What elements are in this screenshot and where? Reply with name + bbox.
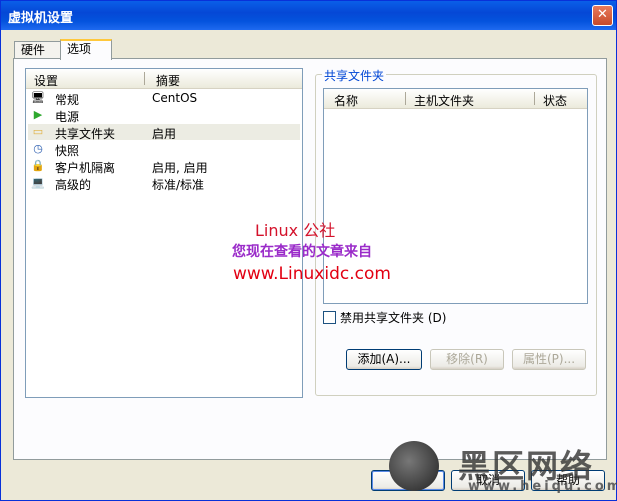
close-icon: ✕	[597, 7, 608, 22]
snapshot-icon: ◷	[33, 142, 43, 155]
computer-icon: 💻	[31, 176, 45, 189]
close-button[interactable]: ✕	[592, 5, 613, 26]
monitor-icon: 🖥	[31, 91, 45, 104]
list-item-summary: 标准/标准	[152, 178, 205, 192]
list-item-isolation[interactable]: 🔒 客户机隔离 启用, 启用	[28, 158, 300, 175]
add-button[interactable]: 添加(A)...	[346, 349, 422, 370]
list-item-name: 电源	[55, 110, 80, 124]
tab-hardware[interactable]: 硬件	[14, 41, 62, 58]
watermark-line-1: Linux 公社	[255, 221, 336, 240]
properties-button[interactable]: 属性(P)...	[512, 349, 586, 370]
lock-icon: 🔒	[31, 159, 45, 172]
disable-shared-folders-checkbox[interactable]	[323, 311, 336, 324]
shared-table-header: 名称 主机文件夹 状态	[324, 89, 587, 109]
column-header-setting[interactable]: 设置	[34, 72, 58, 89]
list-item-general[interactable]: 🖥 常规 CentOS	[28, 90, 300, 107]
column-header-name[interactable]: 名称	[334, 92, 358, 109]
column-header-status[interactable]: 状态	[543, 92, 567, 109]
disable-shared-folders-label: 禁用共享文件夹 (D)	[340, 311, 447, 325]
list-item-name: 共享文件夹	[55, 127, 116, 141]
play-icon: ▶	[33, 108, 43, 121]
list-item-name: 客户机隔离	[55, 161, 116, 175]
column-divider[interactable]	[534, 92, 535, 105]
tab-options[interactable]: 选项	[60, 39, 112, 60]
title-bar[interactable]: 虚拟机设置 ✕	[1, 1, 616, 30]
list-item-power[interactable]: ▶ 电源	[28, 107, 300, 124]
shared-folders-legend: 共享文件夹	[322, 67, 387, 84]
settings-window: 虚拟机设置 ✕ 硬件 选项 设置 摘要 🖥 常规 CentOS ▶ 电源 ▭ 共…	[0, 0, 617, 501]
list-item-summary: 启用, 启用	[152, 161, 208, 175]
column-header-host-folder[interactable]: 主机文件夹	[414, 92, 474, 109]
watermark-line-2: 您现在查看的文章来自	[232, 244, 372, 260]
shared-folders-group: 共享文件夹 名称 主机文件夹 状态 禁用共享文件夹 (D) 添加(A)... 移…	[315, 67, 597, 396]
brand-url: www.heiqu.com	[468, 479, 617, 494]
list-item-name: 高级的	[55, 178, 92, 192]
remove-button[interactable]: 移除(R)	[430, 349, 504, 370]
brand-logo-icon	[389, 441, 439, 491]
settings-list-header: 设置 摘要	[26, 69, 302, 89]
list-item-name: 常规	[55, 93, 80, 107]
list-item-advanced[interactable]: 💻 高级的 标准/标准	[28, 175, 300, 192]
watermark-line-3: www.Linuxidc.com	[233, 264, 391, 284]
brand-watermark: 黑区网络 www.heiqu.com	[386, 441, 617, 499]
list-item-summary: 启用	[152, 127, 177, 141]
list-item-snapshot[interactable]: ◷ 快照	[28, 141, 300, 158]
folder-icon: ▭	[32, 125, 44, 138]
list-item-name: 快照	[55, 144, 80, 158]
column-divider[interactable]	[144, 72, 145, 85]
window-title: 虚拟机设置	[8, 11, 74, 26]
column-header-summary[interactable]: 摘要	[156, 72, 180, 89]
list-item-shared-folders[interactable]: ▭ 共享文件夹 启用	[28, 124, 300, 141]
column-divider[interactable]	[405, 92, 406, 105]
list-item-summary: CentOS	[152, 91, 198, 105]
